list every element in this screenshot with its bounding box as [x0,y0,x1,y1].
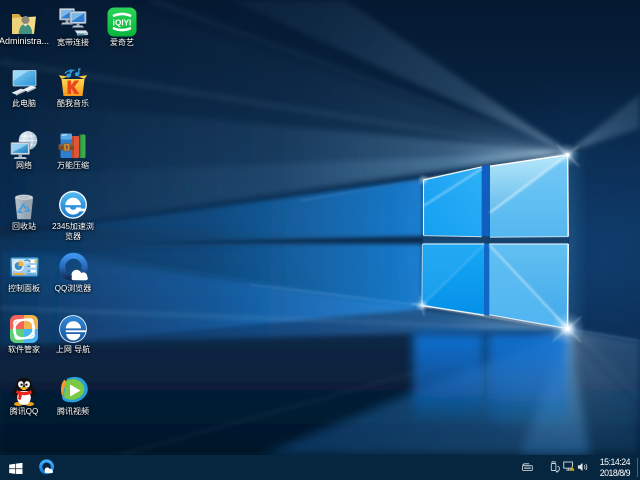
svg-text:iQIYI: iQIYI [113,18,132,27]
